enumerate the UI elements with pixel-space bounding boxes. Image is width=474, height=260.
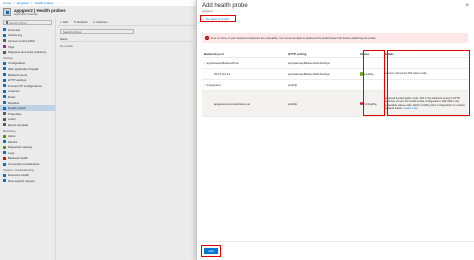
col-http-setting: HTTP setting [288,51,307,56]
panel-title: Add health probe [202,3,248,9]
add-health-probe-panel: Add health probe appgwv2 × ← Go back to … [196,0,474,260]
annotation-box-add-button [201,245,221,257]
annotation-box-status [363,50,385,116]
backend-pool-cell: testappserv [206,83,222,87]
breadcrumb-separator: > [30,1,33,5]
breadcrumb-current[interactable]: Health probes [35,1,54,5]
http-setting-cell: appGatewayBackendHttpSettings [288,72,330,76]
breadcrumb-parent[interactable]: appgwv2 [17,1,29,5]
close-icon[interactable]: × [465,3,469,9]
http-setting-cell: appGatewayBackendHttpSettings [288,61,330,65]
breadcrumb-home[interactable]: Home [3,1,11,5]
backend-pool-cell: 203.0.113.12 [214,72,231,76]
panel-subtitle: appgwv2 [202,10,213,13]
chevron-down-icon[interactable]: ˅ [204,83,206,87]
chevron-down-icon[interactable]: ˅ [204,61,206,65]
error-icon: ! [205,36,209,40]
unhealthy-alert-banner: ! One or more of your backend instances … [202,33,468,43]
annotation-box-back-link [200,15,236,22]
panel-footer: Add [197,241,474,260]
http-setting-cell: testhttp [288,101,298,106]
modal-dim-overlay [0,6,196,260]
breadcrumb-separator: > [13,1,15,5]
alert-text: One or more of your backend instances ar… [211,36,377,40]
http-setting-cell: testhttp [288,83,298,87]
annotation-box-details [387,50,470,116]
backend-pool-cell: appgwtest.azurewebsites.net [214,101,251,106]
backend-pool-cell: appGatewayBackendPool [206,61,239,65]
col-backend-pool: Backend pool [204,51,224,56]
